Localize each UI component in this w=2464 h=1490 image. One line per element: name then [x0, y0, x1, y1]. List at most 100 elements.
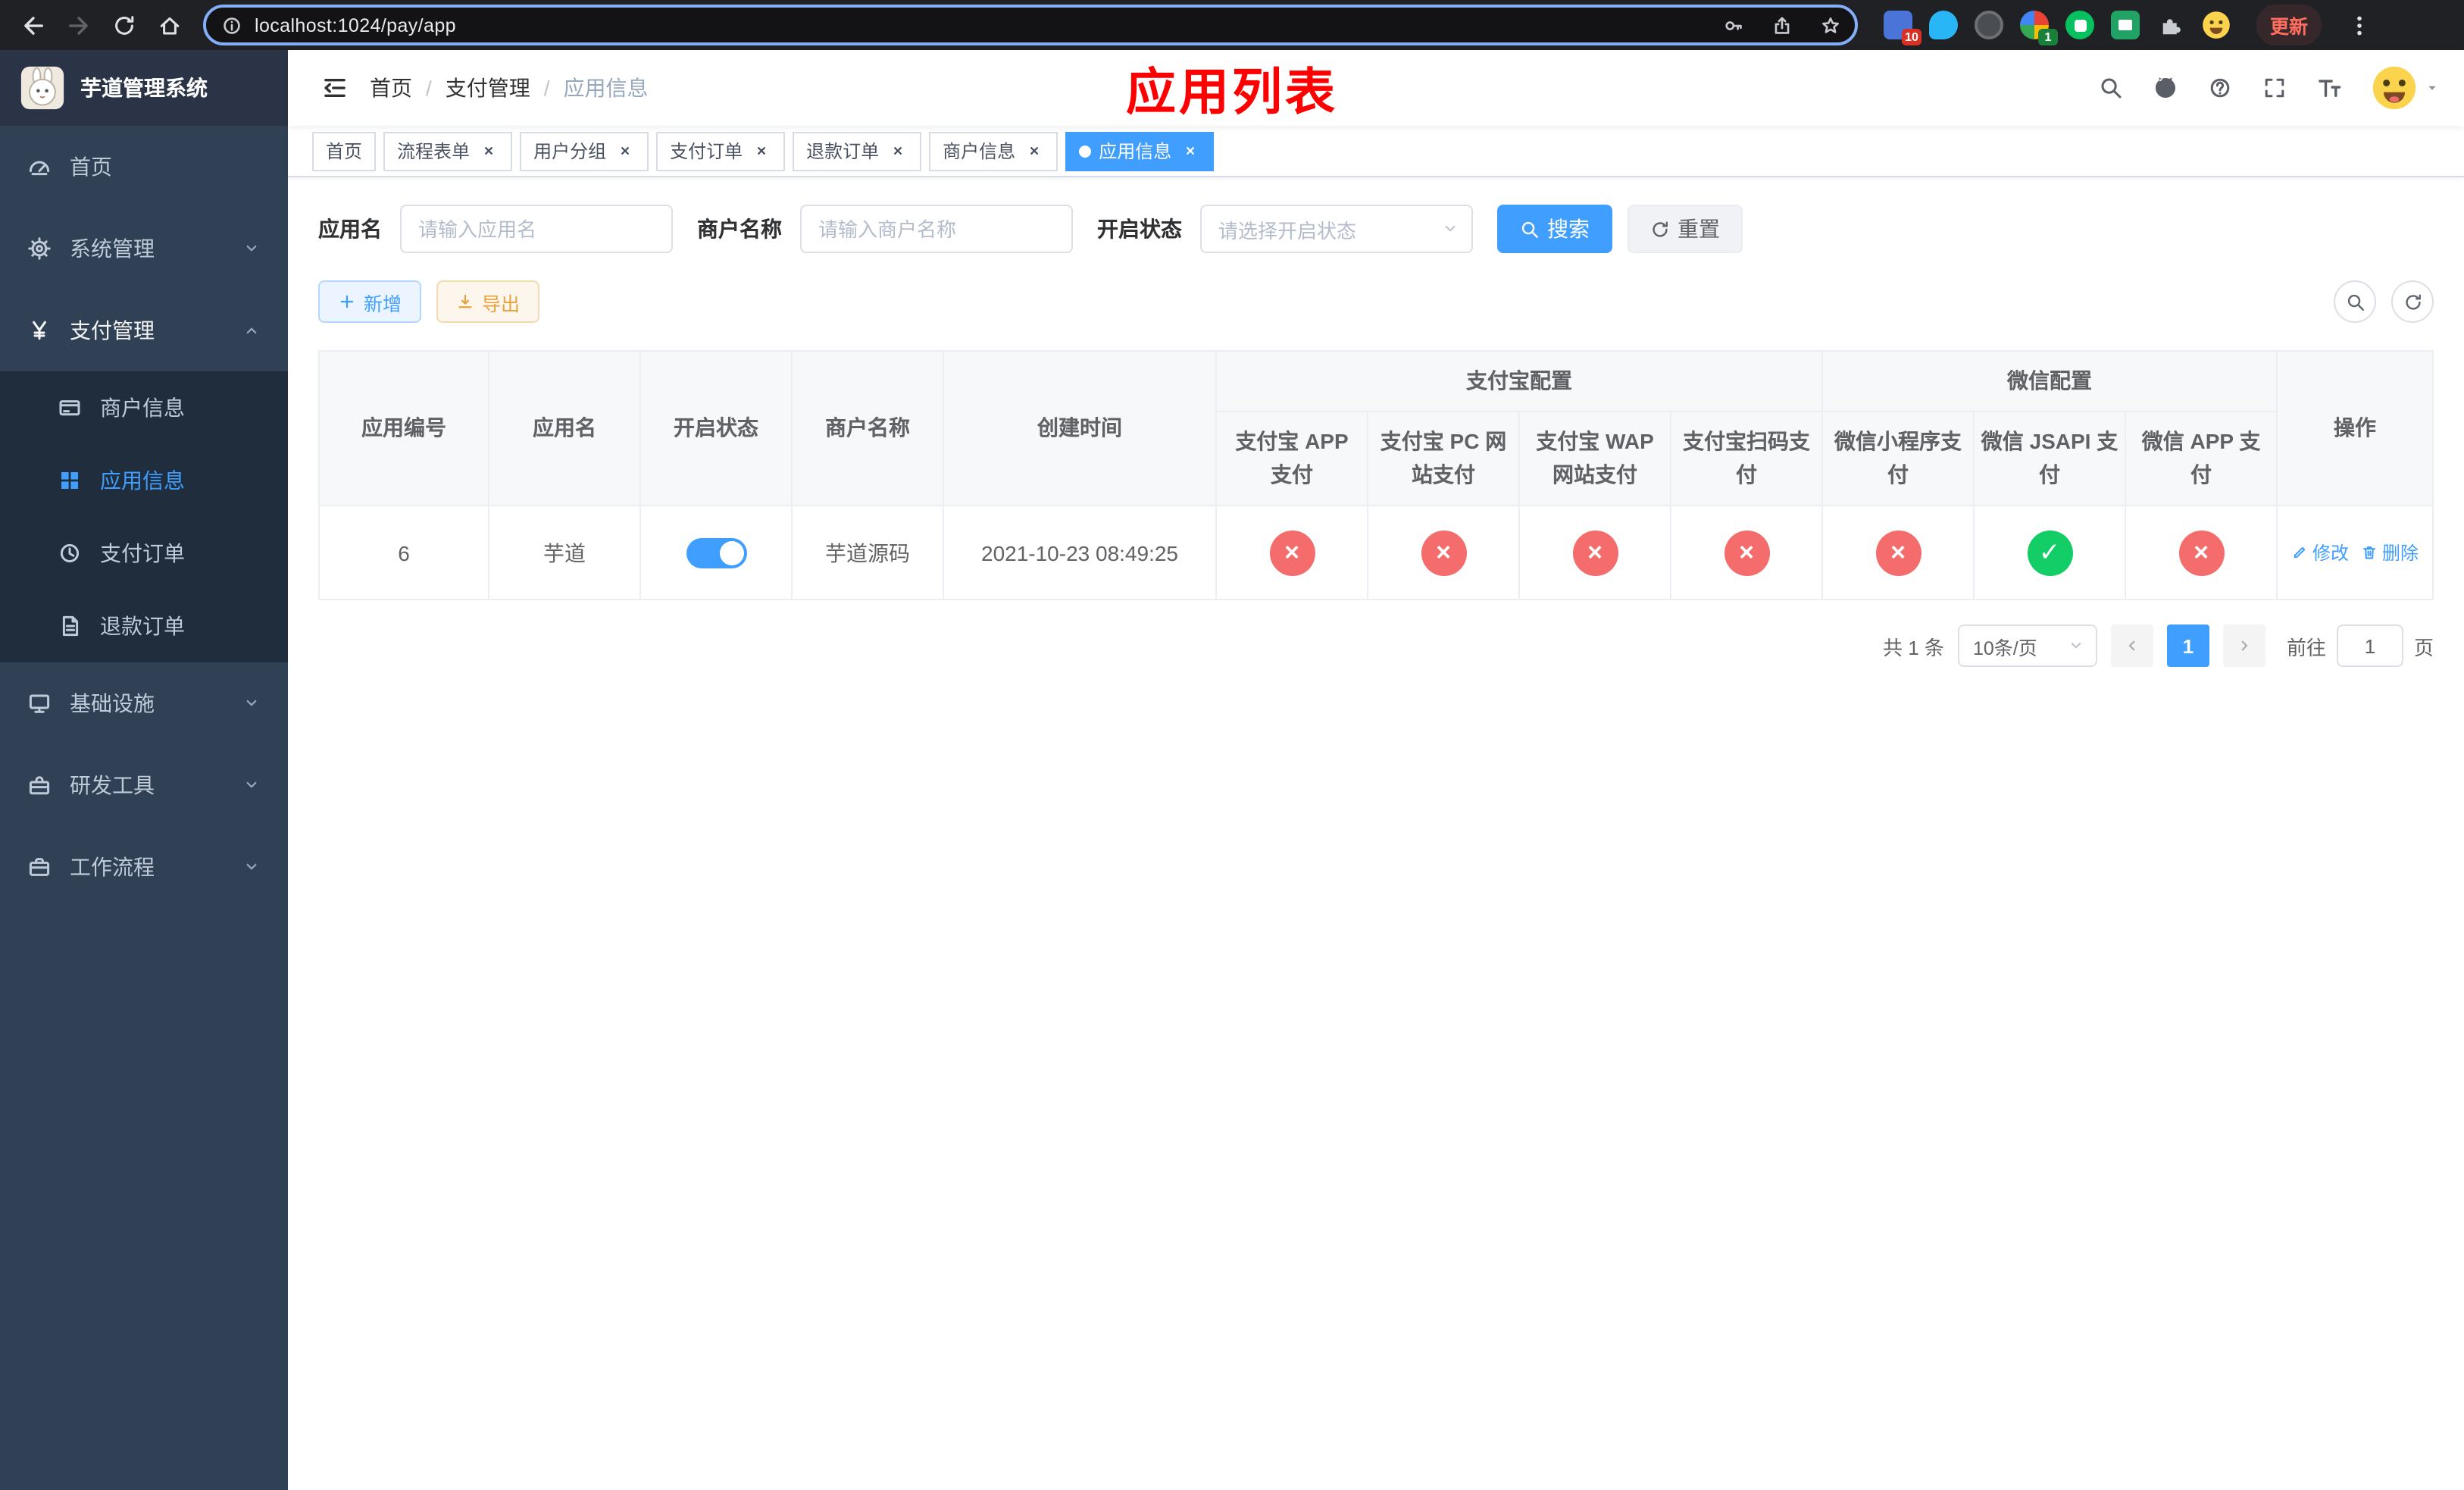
credit-card-icon	[58, 396, 82, 420]
app-name-label: 应用名	[318, 217, 382, 241]
sidebar-item-dev-tools[interactable]: 研发工具	[0, 744, 288, 826]
search-button[interactable]: 搜索	[1497, 205, 1612, 253]
sidebar-toggle-button[interactable]	[309, 62, 361, 114]
browser-profile-avatar[interactable]	[2202, 11, 2231, 39]
edit-button[interactable]: 修改	[2291, 540, 2349, 565]
clock-icon	[58, 541, 82, 565]
extension-icon-3[interactable]	[1975, 11, 2003, 39]
font-size-icon[interactable]	[2305, 64, 2353, 112]
address-bar[interactable]: localhost:1024/pay/app	[203, 5, 1858, 45]
col-merchant: 商户名称	[791, 350, 944, 506]
help-icon[interactable]	[2196, 64, 2244, 112]
sidebar-item-payment-mgmt[interactable]: 支付管理	[0, 290, 288, 371]
table-toolbar: 新增 导出	[318, 280, 2434, 323]
toggle-search-button[interactable]	[2334, 280, 2376, 323]
add-button[interactable]: 新增	[318, 280, 422, 323]
col-app-name: 应用名	[488, 350, 641, 506]
profile-emoji-icon	[2203, 11, 2230, 39]
bookmark-star-icon[interactable]	[1812, 7, 1849, 43]
tab-close-icon[interactable]	[886, 140, 908, 161]
caret-down-icon	[2425, 80, 2440, 95]
browser-back-button[interactable]	[12, 5, 53, 45]
sidebar-menu: 首页 系统管理 支付管理 商户信息 应用信息 支付订单 退款订单 基础设施 研发…	[0, 126, 288, 908]
cell-app-id: 6	[318, 505, 489, 600]
export-button[interactable]: 导出	[436, 280, 540, 323]
app-name-input[interactable]	[400, 205, 673, 253]
page-number-button[interactable]: 1	[2166, 624, 2209, 667]
tab-merchant-info[interactable]: 商户信息	[929, 131, 1058, 171]
extension-icon-2[interactable]	[1929, 11, 1958, 39]
toolbox-icon	[27, 773, 52, 797]
sidebar-item-system-mgmt[interactable]: 系统管理	[0, 208, 288, 290]
tab-close-icon[interactable]	[477, 140, 499, 161]
delete-button[interactable]: 删除	[2361, 540, 2419, 565]
reset-button[interactable]: 重置	[1628, 205, 1743, 253]
avatar	[2372, 66, 2416, 110]
sidebar-item-pay-order[interactable]: 支付订单	[0, 517, 288, 590]
sidebar-item-merchant-info[interactable]: 商户信息	[0, 371, 288, 444]
browser-toolbar: localhost:1024/pay/app 10 1 更新	[0, 0, 2464, 50]
share-icon[interactable]	[1764, 7, 1800, 43]
tab-home[interactable]: 首页	[312, 131, 377, 171]
breadcrumb-section[interactable]: 支付管理	[446, 73, 530, 103]
next-page-button[interactable]	[2222, 624, 2265, 667]
browser-forward-button[interactable]	[58, 5, 98, 45]
col-alipay-pc: 支付宝 PC 网站支付	[1367, 411, 1520, 506]
extension-icon-1[interactable]: 10	[1884, 11, 1921, 45]
alipay-app-status-icon: ×	[1269, 530, 1315, 575]
tab-close-icon[interactable]	[614, 140, 635, 161]
chevron-down-icon	[242, 858, 261, 876]
sidebar-item-workflow[interactable]: 工作流程	[0, 826, 288, 908]
briefcase-icon	[27, 855, 52, 879]
sidebar-item-app-info[interactable]: 应用信息	[0, 444, 288, 517]
merchant-name-input[interactable]	[800, 205, 1073, 253]
tab-process-form[interactable]: 流程表单	[383, 131, 513, 171]
goto-page-input[interactable]	[2336, 624, 2403, 667]
status-switch[interactable]	[686, 537, 746, 568]
status-select[interactable]: 请选择开启状态	[1200, 205, 1473, 253]
tab-pay-order[interactable]: 支付订单	[656, 131, 786, 171]
dashboard-icon	[27, 155, 52, 179]
col-app-id: 应用编号	[318, 350, 489, 506]
payment-submenu: 商户信息 应用信息 支付订单 退款订单	[0, 371, 288, 662]
tab-user-group[interactable]: 用户分组	[520, 131, 649, 171]
password-key-icon[interactable]	[1715, 7, 1752, 43]
fullscreen-icon[interactable]	[2250, 64, 2299, 112]
sidebar-item-infra[interactable]: 基础设施	[0, 662, 288, 744]
browser-reload-button[interactable]	[103, 5, 144, 45]
sidebar-item-refund-order[interactable]: 退款订单	[0, 590, 288, 662]
tab-close-icon[interactable]	[1023, 140, 1044, 161]
header-search-icon[interactable]	[2087, 64, 2135, 112]
browser-menu-icon[interactable]	[2338, 5, 2379, 45]
app-logo[interactable]: 芋道管理系统	[0, 50, 288, 126]
extension-icon-6[interactable]	[2111, 11, 2140, 39]
total-count: 共 1 条	[1883, 636, 1944, 659]
col-created: 创建时间	[943, 350, 1217, 506]
app-title: 芋道管理系统	[80, 76, 208, 100]
tab-close-icon[interactable]	[750, 140, 771, 161]
browser-update-button[interactable]: 更新	[2256, 5, 2322, 45]
prev-page-button[interactable]	[2110, 624, 2153, 667]
table-row: 6 芋道 芋道源码 2021-10-23 08:49:25 × × × × × …	[318, 505, 2434, 600]
tab-refund-order[interactable]: 退款订单	[793, 131, 922, 171]
user-avatar-menu[interactable]	[2372, 65, 2440, 111]
tab-app-info[interactable]: 应用信息	[1065, 131, 1215, 171]
breadcrumb-home[interactable]: 首页	[370, 73, 412, 103]
col-wechat-app: 微信 APP 支付	[2124, 411, 2278, 506]
extension-badge-red: 10	[1902, 29, 1921, 45]
extension-icon-5[interactable]	[2065, 11, 2094, 39]
page-size-select[interactable]: 10条/页	[1957, 624, 2097, 667]
browser-extensions: 10 1 更新	[1884, 5, 2379, 45]
tab-close-icon[interactable]	[1179, 140, 1200, 161]
col-alipay-app: 支付宝 APP 支付	[1215, 411, 1368, 506]
site-info-icon[interactable]	[221, 14, 242, 36]
browser-home-button[interactable]	[149, 5, 189, 45]
refresh-table-button[interactable]	[2391, 280, 2434, 323]
extensions-puzzle-icon[interactable]	[2156, 11, 2185, 39]
sidebar-item-home[interactable]: 首页	[0, 126, 288, 208]
extension-icon-4[interactable]: 1	[2020, 11, 2058, 45]
github-icon[interactable]	[2141, 64, 2190, 112]
chevron-down-icon	[242, 239, 261, 258]
pagination: 共 1 条 10条/页 1 前往 页	[318, 624, 2434, 667]
breadcrumb-separator: /	[543, 76, 550, 100]
